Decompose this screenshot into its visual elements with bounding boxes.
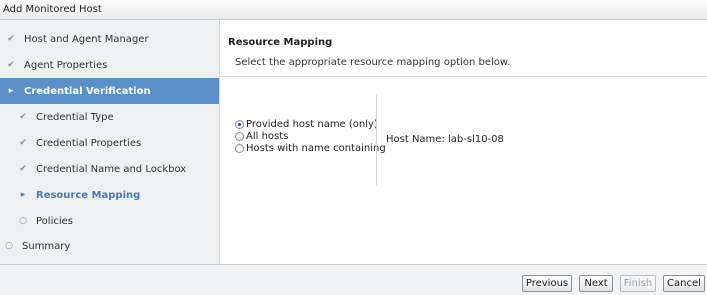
step-label: Resource Mapping	[36, 189, 141, 201]
check-icon: ✔	[19, 112, 27, 122]
next-button[interactable]: Next	[579, 275, 613, 292]
step-label: Credential Verification	[24, 85, 151, 97]
step-label: Credential Name and Lockbox	[36, 163, 187, 175]
step-label: Summary	[22, 240, 71, 252]
option-all-hosts[interactable]: All hosts	[235, 130, 386, 142]
option-provided-host-name[interactable]: Provided host name (only)	[235, 118, 386, 130]
header-divider	[221, 76, 707, 77]
page-description: Select the appropriate resource mapping …	[235, 57, 511, 68]
step-credential-name-and-lockbox[interactable]: ✔ Credential Name and Lockbox	[0, 156, 219, 182]
step-agent-properties[interactable]: ✔ Agent Properties	[0, 52, 219, 78]
circle-icon: ○	[5, 241, 13, 251]
radio-button-checked[interactable]	[235, 119, 244, 129]
step-label: Host and Agent Manager	[24, 33, 149, 45]
option-hosts-with-name-containing[interactable]: Hosts with name containing	[235, 142, 386, 154]
step-label: Policies	[36, 215, 73, 227]
triangle-right-icon: ▸	[20, 190, 26, 200]
previous-button[interactable]: Previous	[522, 275, 572, 292]
step-credential-verification[interactable]: ▸ Credential Verification	[0, 78, 219, 104]
step-resource-mapping[interactable]: ▸ Resource Mapping	[0, 182, 219, 208]
option-label: All hosts	[246, 130, 289, 142]
step-credential-properties[interactable]: ✔ Credential Properties	[0, 130, 219, 156]
circle-icon: ○	[19, 216, 27, 226]
wizard-steps-sidebar: ✔ Host and Agent Manager ✔ Agent Propert…	[0, 20, 220, 264]
step-policies[interactable]: ○ Policies	[0, 208, 219, 234]
vertical-divider	[376, 95, 377, 185]
check-icon: ✔	[7, 60, 15, 70]
dialog-titlebar: Add Monitored Host	[0, 0, 707, 20]
page-title: Resource Mapping	[228, 37, 333, 48]
step-label: Agent Properties	[24, 59, 108, 71]
finish-button[interactable]: Finish	[620, 275, 656, 292]
check-icon: ✔	[19, 138, 27, 148]
step-credential-type[interactable]: ✔ Credential Type	[0, 104, 219, 130]
check-icon: ✔	[19, 164, 27, 174]
main-panel: Resource Mapping Select the appropriate …	[221, 20, 707, 264]
option-label: Provided host name (only)	[246, 118, 378, 130]
dialog-title: Add Monitored Host	[3, 4, 102, 15]
triangle-right-icon: ▸	[8, 86, 14, 96]
step-summary[interactable]: ○ Summary	[0, 233, 219, 259]
step-label: Credential Properties	[36, 137, 142, 149]
wizard-footer: Previous Next Finish Cancel	[0, 264, 707, 295]
resource-mapping-options: Provided host name (only) All hosts Host…	[235, 118, 386, 154]
host-name-value: Host Name: lab-sl10-08	[386, 134, 504, 145]
step-label: Credential Type	[36, 111, 114, 123]
step-host-and-agent-manager[interactable]: ✔ Host and Agent Manager	[0, 26, 219, 52]
radio-button[interactable]	[235, 143, 244, 153]
cancel-button[interactable]: Cancel	[663, 275, 705, 292]
radio-button[interactable]	[235, 131, 244, 141]
check-icon: ✔	[7, 34, 15, 44]
option-label: Hosts with name containing	[246, 142, 386, 154]
